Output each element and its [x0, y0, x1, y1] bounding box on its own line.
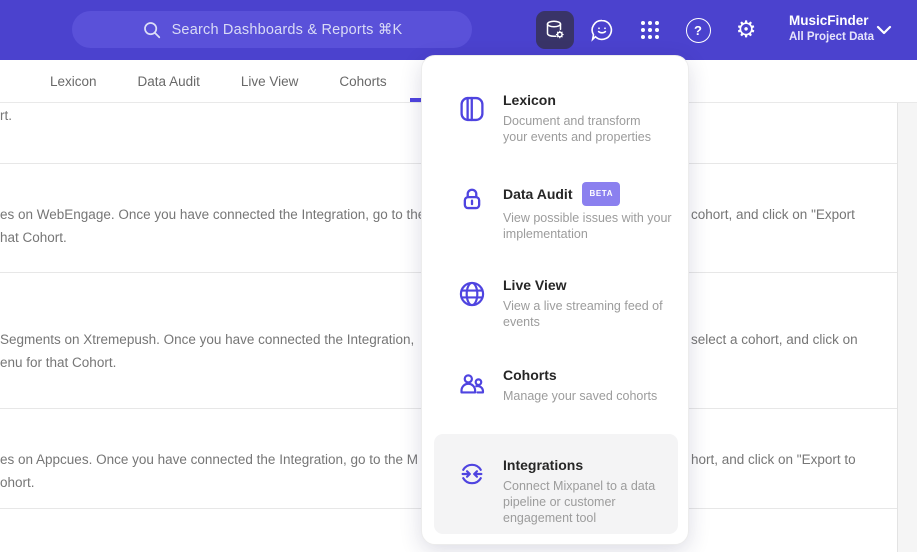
- menu-item-description: View possible issues with your implement…: [503, 211, 672, 241]
- menu-item-title: Lexicon: [503, 92, 556, 108]
- tab-lexicon[interactable]: Lexicon: [50, 74, 97, 89]
- tab-live-view[interactable]: Live View: [241, 74, 299, 89]
- row-text: es on WebEngage. Once you have connected…: [0, 207, 426, 222]
- feedback-smiley-bubble-icon: [588, 16, 616, 44]
- menu-item-title: Live View: [503, 277, 567, 293]
- database-gear-icon: [542, 17, 568, 43]
- tab-cohorts[interactable]: Cohorts: [339, 74, 386, 89]
- search-icon: [142, 20, 162, 40]
- menu-item-live-view[interactable]: Live View View a live streaming feed of …: [457, 276, 679, 330]
- row-text: ohort.: [0, 475, 35, 490]
- data-management-dropdown: Lexicon Document and transform your even…: [421, 55, 689, 545]
- data-management-button[interactable]: [536, 11, 574, 49]
- menu-item-title: Integrations: [503, 457, 584, 473]
- menu-item-lexicon[interactable]: Lexicon Document and transform your even…: [457, 91, 679, 145]
- menu-item-integrations-inner[interactable]: Integrations Connect Mixpanel to a data …: [457, 456, 679, 526]
- top-header: Search Dashboards & Reports ⌘K ? ⚙ Music…: [0, 0, 917, 60]
- search-input[interactable]: Search Dashboards & Reports ⌘K: [72, 11, 472, 48]
- project-name: MusicFinder: [789, 13, 869, 28]
- feedback-button[interactable]: [588, 16, 616, 44]
- row-text: cohort, and click on "Export: [691, 207, 855, 222]
- row-text: hat Cohort.: [0, 230, 67, 245]
- menu-item-description: Manage your saved cohorts: [503, 389, 658, 403]
- project-scope: All Project Data: [789, 31, 874, 43]
- search-placeholder: Search Dashboards & Reports ⌘K: [171, 21, 403, 38]
- menu-item-data-audit[interactable]: Data Audit BETA View possible issues wit…: [457, 182, 679, 242]
- apps-button[interactable]: [636, 16, 664, 44]
- menu-item-integrations[interactable]: Integrations Connect Mixpanel to a data …: [434, 434, 678, 534]
- settings-button[interactable]: ⚙: [732, 16, 760, 44]
- project-switcher[interactable]: MusicFinder All Project Data: [789, 12, 874, 45]
- app-window: Search Dashboards & Reports ⌘K ? ⚙ Music…: [0, 0, 917, 552]
- menu-item-description: View a live streaming feed of events: [503, 299, 663, 329]
- live-view-globe-icon: [457, 279, 487, 309]
- data-audit-lock-icon: [457, 185, 487, 215]
- menu-item-cohorts[interactable]: Cohorts Manage your saved cohorts: [457, 366, 679, 404]
- row-text: enu for that Cohort.: [0, 355, 117, 370]
- row-text: rt.: [0, 108, 12, 123]
- beta-badge: BETA: [582, 182, 621, 206]
- row-text: es on Appcues. Once you have connected t…: [0, 452, 419, 467]
- help-button[interactable]: ?: [684, 16, 712, 44]
- menu-item-title: Data Audit: [503, 186, 573, 202]
- tab-data-audit[interactable]: Data Audit: [138, 74, 200, 89]
- scrollbar-track: [897, 103, 917, 552]
- cohorts-people-icon: [457, 369, 487, 399]
- apps-grid-icon: [637, 17, 663, 43]
- menu-item-description: Document and transform your events and p…: [503, 114, 652, 144]
- row-text: Segments on Xtremepush. Once you have co…: [0, 332, 415, 347]
- settings-gear-icon: ⚙: [735, 17, 757, 43]
- chevron-down-icon[interactable]: [876, 25, 892, 35]
- help-icon: ?: [685, 17, 711, 43]
- row-text: hort, and click on "Export to: [691, 452, 856, 467]
- row-text: select a cohort, and click on: [691, 332, 858, 347]
- menu-item-title: Cohorts: [503, 367, 557, 383]
- menu-item-description: Connect Mixpanel to a data pipeline or c…: [503, 479, 656, 525]
- help-glyph: ?: [694, 22, 702, 38]
- lexicon-book-icon: [457, 94, 487, 124]
- integrations-sync-icon: [457, 459, 487, 489]
